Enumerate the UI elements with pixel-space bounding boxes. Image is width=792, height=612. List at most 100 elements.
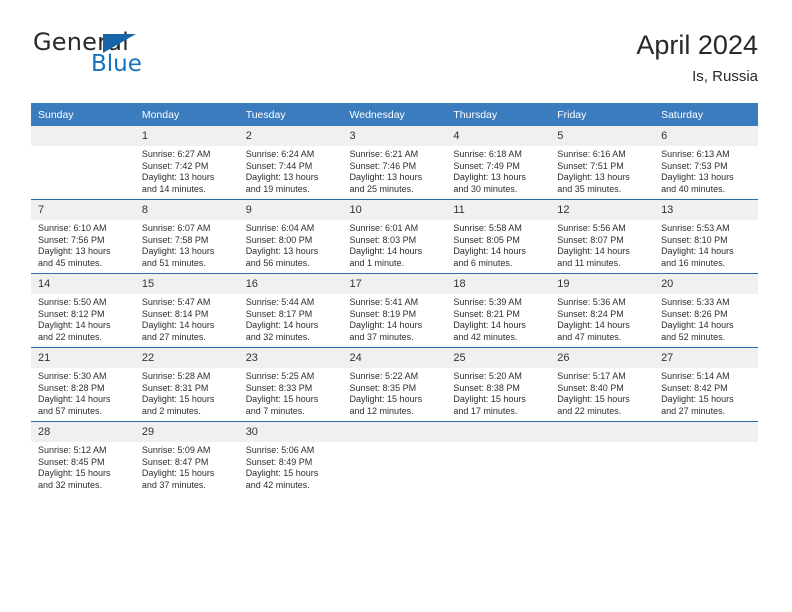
calendar-day-cell[interactable]: 1 Sunrise: 6:27 AM Sunset: 7:42 PM Daylight… bbox=[134, 126, 239, 200]
calendar-day-cell[interactable]: 2 Sunrise: 6:24 AM Sunset: 7:44 PM Daylight… bbox=[238, 126, 343, 200]
calendar-day-cell[interactable]: 15 Sunrise: 5:47 AM Sunset: 8:14 PM Dayligh… bbox=[134, 273, 239, 348]
daylight-text-line2: and 11 minutes. bbox=[557, 257, 621, 268]
daylight-text-line1: Daylight: 14 hours bbox=[245, 320, 319, 331]
day-number: 1 bbox=[134, 126, 239, 146]
calendar-day-cell[interactable]: 4 Sunrise: 6:18 AM Sunset: 7:49 PM Daylight… bbox=[446, 126, 551, 200]
calendar-day-cell[interactable]: 11 Sunrise: 5:58 AM Sunset: 8:05 PM Dayligh… bbox=[446, 199, 551, 274]
sunrise-text: Sunrise: 5:20 AM bbox=[453, 371, 522, 381]
sunset-text: Sunset: 7:42 PM bbox=[141, 160, 209, 171]
day-details: Sunrise: 5:25 AM Sunset: 8:33 PM Daylight:… bbox=[239, 368, 343, 417]
calendar-day-cell[interactable]: 6 Sunrise: 6:13 AM Sunset: 7:53 PM Daylight… bbox=[654, 126, 758, 200]
calendar-day-cell[interactable]: 25 Sunrise: 5:20 AM Sunset: 8:38 PM Dayligh… bbox=[446, 347, 551, 422]
calendar-day-cell[interactable]: 14 Sunrise: 5:50 AM Sunset: 8:12 PM Dayligh… bbox=[31, 273, 135, 348]
sunrise-text: Sunrise: 5:53 AM bbox=[661, 223, 730, 233]
calendar-day-cell[interactable]: 7 Sunrise: 6:10 AM Sunset: 7:56 PM Daylight… bbox=[31, 199, 135, 274]
sunrise-text: Sunrise: 5:56 AM bbox=[557, 223, 626, 233]
calendar-empty-cell bbox=[446, 421, 551, 495]
sunrise-text: Sunrise: 5:25 AM bbox=[245, 371, 315, 381]
day-details: Sunrise: 5:09 AM Sunset: 8:47 PM Daylight:… bbox=[135, 442, 239, 491]
calendar-day-cell[interactable]: 27 Sunrise: 5:14 AM Sunset: 8:42 PM Dayligh… bbox=[654, 347, 758, 422]
daylight-text-line1: Daylight: 14 hours bbox=[557, 246, 630, 257]
calendar-day-cell[interactable]: 23 Sunrise: 5:25 AM Sunset: 8:33 PM Dayligh… bbox=[238, 347, 343, 422]
daylight-text-line2: and 7 minutes. bbox=[245, 405, 305, 416]
sunrise-text: Sunrise: 5:41 AM bbox=[349, 297, 419, 307]
day-number: 20 bbox=[654, 274, 758, 294]
calendar-day-cell[interactable]: 17 Sunrise: 5:41 AM Sunset: 8:19 PM Dayligh… bbox=[342, 273, 447, 348]
sunset-text: Sunset: 7:53 PM bbox=[661, 160, 728, 171]
day-number bbox=[31, 126, 135, 146]
sunrise-text: Sunrise: 5:22 AM bbox=[349, 371, 419, 381]
sunset-text: Sunset: 8:38 PM bbox=[453, 382, 520, 393]
calendar-week-row: 14 Sunrise: 5:50 AM Sunset: 8:12 PM Dayligh… bbox=[31, 273, 758, 348]
day-number: 11 bbox=[446, 200, 551, 220]
sunrise-text: Sunrise: 5:30 AM bbox=[38, 371, 107, 381]
calendar-day-cell[interactable]: 5 Sunrise: 6:16 AM Sunset: 7:51 PM Daylight… bbox=[550, 126, 655, 200]
calendar-empty-cell bbox=[550, 421, 655, 495]
day-number: 5 bbox=[550, 126, 655, 146]
calendar-day-cell[interactable]: 10 Sunrise: 6:01 AM Sunset: 8:03 PM Dayligh… bbox=[342, 199, 447, 274]
day-details: Sunrise: 5:41 AM Sunset: 8:19 PM Daylight:… bbox=[343, 294, 447, 343]
sunset-text: Sunset: 8:49 PM bbox=[245, 456, 313, 467]
calendar-day-cell[interactable]: 26 Sunrise: 5:17 AM Sunset: 8:40 PM Dayligh… bbox=[550, 347, 655, 422]
calendar-day-cell[interactable]: 3 Sunrise: 6:21 AM Sunset: 7:46 PM Daylight… bbox=[342, 126, 447, 200]
daylight-text-line2: and 40 minutes. bbox=[661, 183, 726, 194]
calendar-page: General Blue April 2024 Is, Russia Sunda… bbox=[0, 0, 792, 612]
day-details: Sunrise: 5:14 AM Sunset: 8:42 PM Daylight:… bbox=[654, 368, 758, 417]
calendar-header-row: Sunday Monday Tuesday Wednesday Thursday… bbox=[31, 103, 758, 126]
daylight-text-line2: and 32 minutes. bbox=[38, 479, 103, 490]
calendar-day-cell[interactable]: 19 Sunrise: 5:36 AM Sunset: 8:24 PM Dayligh… bbox=[550, 273, 655, 348]
sunset-text: Sunset: 8:14 PM bbox=[141, 308, 209, 319]
daylight-text-line1: Daylight: 15 hours bbox=[661, 394, 734, 405]
daylight-text-line1: Daylight: 15 hours bbox=[349, 394, 423, 405]
daylight-text-line1: Daylight: 14 hours bbox=[453, 320, 526, 331]
day-details: Sunrise: 5:17 AM Sunset: 8:40 PM Daylight:… bbox=[550, 368, 654, 417]
day-details: Sunrise: 5:44 AM Sunset: 8:17 PM Daylight:… bbox=[239, 294, 343, 343]
day-details: Sunrise: 5:39 AM Sunset: 8:21 PM Daylight:… bbox=[446, 294, 550, 343]
calendar-day-cell[interactable]: 12 Sunrise: 5:56 AM Sunset: 8:07 PM Dayligh… bbox=[550, 199, 655, 274]
day-details: Sunrise: 6:04 AM Sunset: 8:00 PM Daylight:… bbox=[239, 220, 343, 269]
day-details: Sunrise: 6:24 AM Sunset: 7:44 PM Daylight:… bbox=[239, 146, 343, 195]
day-details: Sunrise: 5:12 AM Sunset: 8:45 PM Daylight:… bbox=[31, 442, 135, 491]
daylight-text-line2: and 16 minutes. bbox=[661, 257, 726, 268]
day-details: Sunrise: 6:07 AM Sunset: 7:58 PM Daylight:… bbox=[135, 220, 239, 269]
sunset-text: Sunset: 8:00 PM bbox=[245, 234, 313, 245]
sunset-text: Sunset: 8:35 PM bbox=[349, 382, 417, 393]
calendar-day-cell[interactable]: 9 Sunrise: 6:04 AM Sunset: 8:00 PM Daylight… bbox=[238, 199, 343, 274]
day-details: Sunrise: 5:33 AM Sunset: 8:26 PM Daylight:… bbox=[654, 294, 758, 343]
daylight-text-line1: Daylight: 15 hours bbox=[141, 468, 215, 479]
calendar-day-cell[interactable]: 20 Sunrise: 5:33 AM Sunset: 8:26 PM Dayligh… bbox=[654, 273, 758, 348]
calendar-day-cell[interactable]: 21 Sunrise: 5:30 AM Sunset: 8:28 PM Dayligh… bbox=[31, 347, 135, 422]
calendar-day-cell[interactable]: 16 Sunrise: 5:44 AM Sunset: 8:17 PM Dayligh… bbox=[238, 273, 343, 348]
day-number: 19 bbox=[550, 274, 655, 294]
brand-name-blue: Blue bbox=[91, 51, 142, 77]
calendar-day-cell[interactable]: 13 Sunrise: 5:53 AM Sunset: 8:10 PM Dayligh… bbox=[654, 199, 758, 274]
calendar-day-cell[interactable]: 24 Sunrise: 5:22 AM Sunset: 8:35 PM Dayligh… bbox=[342, 347, 447, 422]
calendar-day-cell[interactable]: 8 Sunrise: 6:07 AM Sunset: 7:58 PM Daylight… bbox=[134, 199, 239, 274]
calendar-day-cell[interactable]: 29 Sunrise: 5:09 AM Sunset: 8:47 PM Dayligh… bbox=[134, 421, 239, 495]
calendar-day-cell[interactable]: 30 Sunrise: 5:06 AM Sunset: 8:49 PM Dayligh… bbox=[238, 421, 343, 495]
daylight-text-line1: Daylight: 13 hours bbox=[245, 246, 319, 257]
sunset-text: Sunset: 8:33 PM bbox=[245, 382, 313, 393]
day-number: 15 bbox=[134, 274, 239, 294]
daylight-text-line2: and 14 minutes. bbox=[141, 183, 206, 194]
day-number: 9 bbox=[238, 200, 343, 220]
calendar-empty-cell bbox=[342, 421, 447, 495]
day-number: 23 bbox=[238, 348, 343, 368]
day-details: Sunrise: 6:27 AM Sunset: 7:42 PM Daylight:… bbox=[135, 146, 239, 195]
calendar-day-cell[interactable]: 22 Sunrise: 5:28 AM Sunset: 8:31 PM Dayligh… bbox=[134, 347, 239, 422]
day-number: 18 bbox=[446, 274, 551, 294]
calendar-day-cell[interactable]: 28 Sunrise: 5:12 AM Sunset: 8:45 PM Dayligh… bbox=[31, 421, 135, 495]
brand-logo[interactable]: General Blue bbox=[31, 28, 261, 84]
calendar-day-cell[interactable]: 18 Sunrise: 5:39 AM Sunset: 8:21 PM Dayligh… bbox=[446, 273, 551, 348]
daylight-text-line1: Daylight: 14 hours bbox=[38, 394, 111, 405]
sunset-text: Sunset: 8:40 PM bbox=[557, 382, 624, 393]
sunrise-text: Sunrise: 6:21 AM bbox=[349, 149, 419, 159]
daylight-text-line2: and 37 minutes. bbox=[141, 479, 206, 490]
day-details: Sunrise: 6:10 AM Sunset: 7:56 PM Daylight:… bbox=[31, 220, 135, 269]
day-details: Sunrise: 5:36 AM Sunset: 8:24 PM Daylight:… bbox=[550, 294, 654, 343]
day-number: 22 bbox=[134, 348, 239, 368]
daylight-text-line2: and 42 minutes. bbox=[245, 479, 310, 490]
daylight-text-line2: and 32 minutes. bbox=[245, 331, 310, 342]
day-details: Sunrise: 6:16 AM Sunset: 7:51 PM Daylight:… bbox=[550, 146, 654, 195]
daylight-text-line2: and 35 minutes. bbox=[557, 183, 622, 194]
